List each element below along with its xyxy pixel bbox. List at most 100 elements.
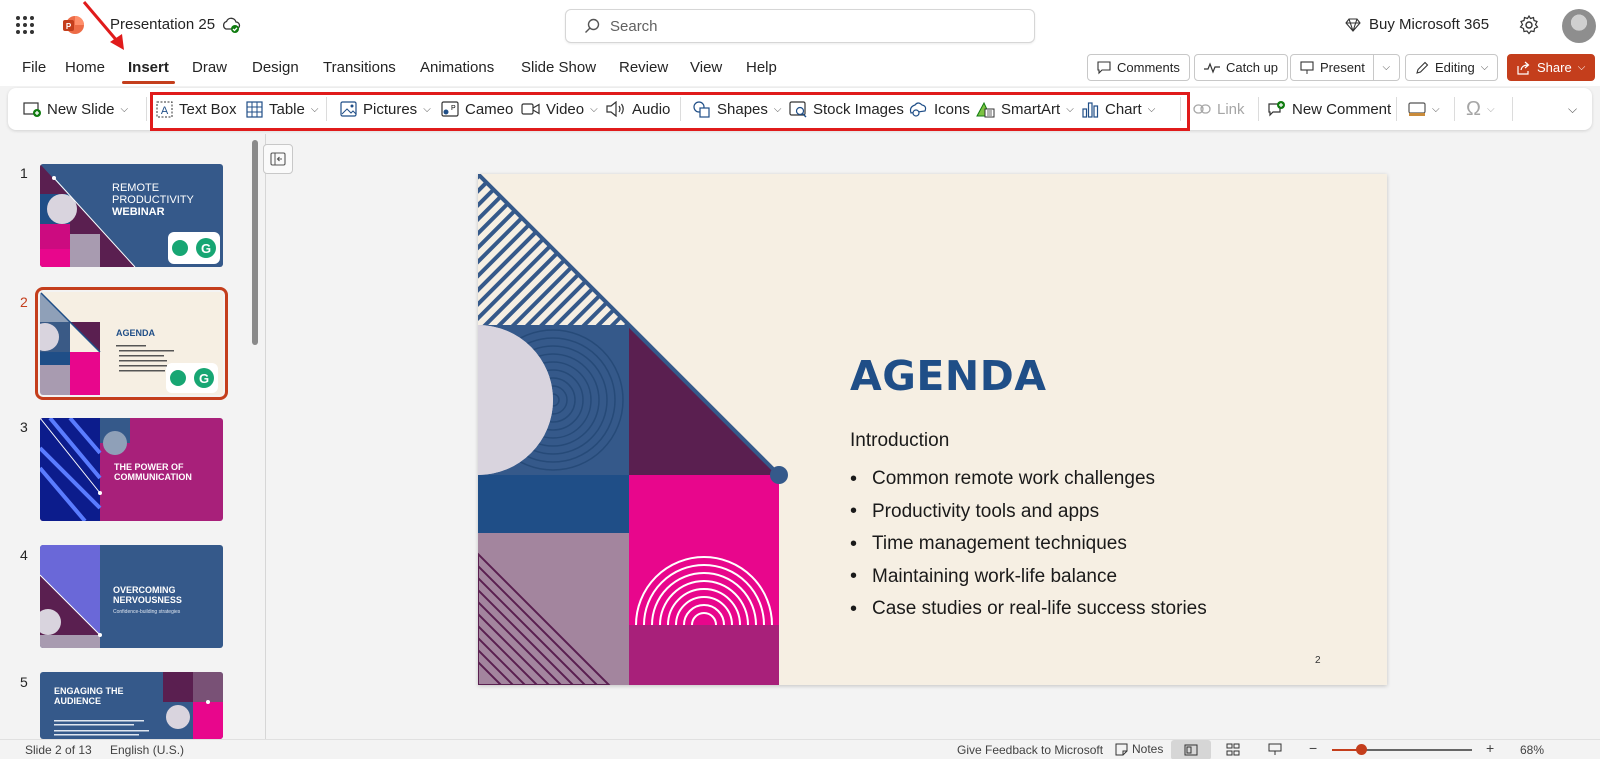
- feedback-link[interactable]: Give Feedback to Microsoft: [957, 743, 1103, 757]
- thumbnail-1-line1: REMOTE: [112, 182, 160, 194]
- presenter-view-button[interactable]: [1268, 743, 1282, 759]
- normal-view-button[interactable]: [1171, 740, 1211, 759]
- cloud-saved-icon[interactable]: [221, 15, 241, 35]
- svg-text:G: G: [201, 241, 211, 256]
- settings-gear-icon[interactable]: [1518, 14, 1540, 36]
- svg-text:G: G: [199, 371, 209, 386]
- title-bar: P Presentation 25 Search Buy Microsoft 3…: [0, 0, 1600, 50]
- slide-thumbnail-3[interactable]: THE POWER OF COMMUNICATION: [40, 418, 223, 521]
- editing-mode-button[interactable]: Editing ⌵: [1405, 54, 1499, 81]
- slide-title[interactable]: AGENDA: [850, 352, 1046, 400]
- thumbnail-2-art: G: [40, 292, 218, 395]
- zoom-out-button[interactable]: −: [1309, 740, 1317, 756]
- link-button[interactable]: Link: [1193, 96, 1245, 122]
- thumbnail-4-line2: NERVOUSNESS: [113, 595, 182, 605]
- annotation-arrow-icon: [82, 1, 124, 50]
- agenda-bullet: Time management techniques: [850, 528, 1207, 561]
- agenda-bullet: Common remote work challenges: [850, 463, 1207, 496]
- tab-draw[interactable]: Draw: [192, 59, 227, 76]
- zoom-level[interactable]: 68%: [1520, 743, 1544, 757]
- slide-thumbnail-1[interactable]: G REMOTE PRODUCTIVITY WEBINAR: [40, 164, 223, 267]
- fill-color-chevron-icon: ⌵: [1432, 103, 1440, 115]
- search-box[interactable]: Search: [565, 9, 1035, 43]
- zoom-slider-thumb[interactable]: [1356, 744, 1367, 755]
- pulse-icon: [1204, 61, 1220, 74]
- slide-thumbnail-5[interactable]: ENGAGING THE AUDIENCE: [40, 672, 223, 739]
- tab-review[interactable]: Review: [619, 59, 668, 76]
- user-avatar[interactable]: [1562, 9, 1596, 43]
- normal-view-icon: [1184, 744, 1198, 756]
- editing-chevron-icon: ⌵: [1480, 62, 1489, 73]
- status-bar: Slide 2 of 13 English (U.S.) Give Feedba…: [0, 739, 1600, 759]
- fill-color-icon: [1408, 101, 1426, 116]
- slide-page-number: 2: [1315, 655, 1321, 666]
- share-button[interactable]: Share ⌵: [1507, 54, 1596, 81]
- search-placeholder: Search: [610, 17, 658, 35]
- slide-canvas[interactable]: AGENDA Introduction Common remote work c…: [478, 174, 1387, 685]
- agenda-bullet-list[interactable]: Common remote work challenges Productivi…: [850, 463, 1207, 626]
- tab-view[interactable]: View: [690, 59, 722, 76]
- app-launcher-icon[interactable]: [16, 16, 34, 34]
- tab-home[interactable]: Home: [65, 59, 105, 76]
- zoom-in-button[interactable]: +: [1486, 740, 1494, 756]
- collapse-pane-button[interactable]: [263, 144, 293, 174]
- thumbnail-4-subtitle: Confidence-building strategies: [113, 609, 181, 615]
- slide-thumbnail-4[interactable]: OVERCOMING NERVOUSNESS Confidence-buildi…: [40, 545, 223, 648]
- tab-file[interactable]: File: [22, 59, 46, 76]
- link-icon: [1193, 104, 1211, 114]
- language-indicator[interactable]: English (U.S.): [110, 743, 184, 757]
- present-icon: [1300, 60, 1314, 74]
- pane-divider: [265, 134, 266, 739]
- thumbnail-5-line1: ENGAGING THE: [54, 686, 124, 696]
- slide-count-indicator: Slide 2 of 13: [25, 743, 92, 757]
- search-icon: [585, 18, 600, 33]
- slide-thumbnail-2[interactable]: G AGENDA: [35, 287, 228, 400]
- thumbnail-3-line2: COMMUNICATION: [114, 472, 192, 482]
- pencil-icon: [1416, 61, 1429, 74]
- thumbnail-2-title: AGENDA: [116, 328, 156, 338]
- new-comment-icon: [1268, 100, 1285, 116]
- presenter-icon: [1268, 743, 1282, 755]
- tab-transitions[interactable]: Transitions: [323, 59, 396, 76]
- thumbnails-scrollbar[interactable]: [252, 140, 258, 345]
- comment-icon: [1097, 60, 1111, 74]
- expand-ribbon-button[interactable]: ⌵: [1568, 96, 1577, 122]
- thumbnail-number: 4: [20, 547, 28, 563]
- thumbnail-number: 1: [20, 165, 28, 181]
- share-label: Share: [1537, 60, 1572, 75]
- tab-slide-show[interactable]: Slide Show: [521, 59, 596, 76]
- symbol-chevron-icon: ⌵: [1486, 103, 1495, 115]
- thumbnail-number: 5: [20, 674, 28, 690]
- slide-sorter-button[interactable]: [1226, 743, 1240, 759]
- notes-button[interactable]: Notes: [1115, 742, 1163, 756]
- agenda-bullet: Productivity tools and apps: [850, 496, 1207, 529]
- diamond-icon: [1345, 17, 1361, 32]
- new-slide-chevron-icon: ⌵: [120, 103, 129, 115]
- agenda-intro[interactable]: Introduction: [850, 430, 949, 452]
- comments-button[interactable]: Comments: [1087, 54, 1190, 81]
- link-label: Link: [1217, 100, 1245, 118]
- new-slide-icon: [23, 102, 41, 117]
- buy-microsoft-365-button[interactable]: Buy Microsoft 365: [1345, 16, 1489, 33]
- thumbnail-1-line3: WEBINAR: [112, 206, 165, 218]
- new-comment-button[interactable]: New Comment: [1268, 96, 1391, 122]
- thumbnail-4-line1: OVERCOMING: [113, 585, 176, 595]
- tab-animations[interactable]: Animations: [420, 59, 494, 76]
- catch-up-button[interactable]: Catch up: [1194, 54, 1289, 81]
- present-options-chevron-icon[interactable]: ⌵: [1372, 55, 1399, 80]
- agenda-bullet: Maintaining work-life balance: [850, 561, 1207, 594]
- agenda-bullet: Case studies or real-life success storie…: [850, 593, 1207, 626]
- thumbnail-number: 2: [20, 294, 28, 310]
- present-button[interactable]: Present ⌵: [1290, 54, 1400, 81]
- tab-design[interactable]: Design: [252, 59, 299, 76]
- catch-up-label: Catch up: [1226, 60, 1279, 75]
- omega-icon: Ω: [1466, 97, 1481, 120]
- tab-help[interactable]: Help: [746, 59, 777, 76]
- symbol-button[interactable]: Ω ⌵: [1466, 96, 1495, 122]
- tab-insert[interactable]: Insert: [122, 59, 175, 84]
- background-color-button[interactable]: ⌵: [1408, 96, 1440, 122]
- notes-label: Notes: [1132, 742, 1164, 756]
- share-icon: [1517, 61, 1530, 75]
- ribbon-divider: [146, 97, 147, 121]
- new-slide-button[interactable]: New Slide ⌵: [23, 96, 128, 122]
